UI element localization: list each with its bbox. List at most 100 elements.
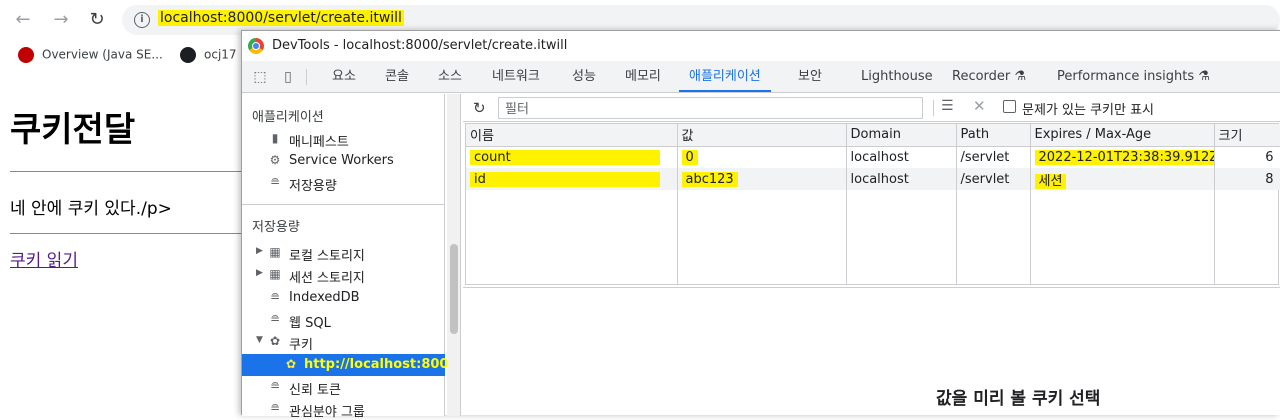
reload-icon[interactable]: ↻	[86, 9, 108, 31]
divider	[463, 287, 1280, 288]
sidebar-item-local-storage[interactable]: ▶ ▦ 로컬 스토리지	[242, 242, 445, 264]
column-header-domain[interactable]: Domain	[846, 124, 957, 147]
github-icon	[180, 47, 196, 63]
tab-memory[interactable]: 메모리	[625, 61, 661, 92]
cell-value[interactable]: abc123	[677, 168, 847, 190]
divider	[306, 69, 307, 85]
table-row[interactable]: count 0 localhost /servlet 2022-12-01T23…	[466, 146, 1280, 168]
table-header-row: 이름 값 Domain Path Expires / Max-Age 크기	[466, 124, 1280, 147]
file-icon: ▮	[271, 131, 279, 145]
clear-icon[interactable]: ✕	[973, 97, 986, 115]
inspect-element-icon[interactable]: ⬚	[252, 69, 268, 85]
tab-console[interactable]: 콘솔	[385, 61, 409, 92]
sidebar-item-service-workers[interactable]: ⚙ Service Workers	[242, 150, 445, 172]
sidebar-item-session-storage[interactable]: ▶ ▦ 세션 스토리지	[242, 264, 445, 286]
cell-domain[interactable]: localhost	[846, 146, 957, 168]
cell-expires[interactable]: 2022-12-01T23:38:39.912Z	[1030, 146, 1215, 168]
sidebar-header-storage: 저장용량	[252, 220, 300, 235]
devtools-titlebar: DevTools - localhost:8000/servlet/create…	[242, 31, 1280, 61]
bookmark-oracle[interactable]: Overview (Java SE...	[18, 47, 163, 63]
cell-name[interactable]: count	[466, 146, 678, 168]
tab-lighthouse[interactable]: Lighthouse	[861, 61, 933, 92]
column-header-size[interactable]: 크기	[1214, 124, 1280, 147]
tab-performance-insights[interactable]: Performance insights ⚗	[1057, 61, 1210, 92]
sidebar-item-storage[interactable]: ≘ 저장용량	[242, 172, 445, 194]
devtools-tabbar: ⬚ ▯ 요소 콘솔 소스 네트워크 성능 메모리 애플리케이션 보안 Light…	[242, 61, 1280, 93]
refresh-icon[interactable]: ↻	[473, 99, 486, 117]
tab-sources[interactable]: 소스	[438, 61, 462, 92]
sidebar-header-application: 애플리케이션	[252, 110, 324, 125]
database-icon: ≘	[269, 290, 281, 304]
sidebar-scrollbar[interactable]	[447, 94, 461, 416]
filter-field[interactable]	[498, 97, 923, 120]
cookie-expires: 세션	[1034, 173, 1067, 189]
cookie-name: id	[470, 171, 660, 187]
tab-elements[interactable]: 요소	[332, 61, 356, 92]
cookie-expires: 2022-12-01T23:38:39.912Z	[1034, 149, 1213, 165]
database-icon: ≘	[269, 379, 281, 393]
cookie-table: 이름 값 Domain Path Expires / Max-Age 크기 co…	[465, 123, 1280, 285]
cell-name[interactable]: id	[466, 168, 678, 190]
tab-performance[interactable]: 성능	[572, 61, 596, 92]
cookies-panel: ↻ ☰ ✕ 문제가 있는 쿠키만 표시 이름 값 Domain	[463, 94, 1280, 416]
read-cookie-link[interactable]: 쿠키 읽기	[10, 246, 78, 271]
oracle-icon	[18, 47, 34, 63]
url-text[interactable]: localhost:8000/servlet/create.itwill	[158, 10, 404, 26]
device-toolbar-icon[interactable]: ▯	[280, 69, 296, 85]
divider	[933, 100, 934, 116]
cell-size[interactable]: 8	[1214, 168, 1280, 190]
sidebar-item-cookie-origin[interactable]: ✿ http://localhost:8000	[242, 354, 458, 376]
cell-size[interactable]: 6	[1214, 146, 1280, 168]
devtools-window: DevTools - localhost:8000/servlet/create…	[241, 30, 1280, 420]
tab-security[interactable]: 보안	[798, 61, 822, 92]
cell-value[interactable]: 0	[677, 146, 847, 168]
devtools-title: DevTools - localhost:8000/servlet/create…	[272, 38, 568, 53]
cookies-toolbar: ↻ ☰ ✕ 문제가 있는 쿠키만 표시	[463, 94, 1280, 122]
cookie-value: abc123	[681, 171, 738, 187]
tab-recorder[interactable]: Recorder ⚗	[952, 61, 1026, 92]
database-icon: ≘	[269, 175, 281, 189]
column-header-name[interactable]: 이름	[466, 124, 678, 147]
chevron-right-icon[interactable]: ▶	[256, 268, 263, 278]
divider	[242, 204, 445, 205]
gear-icon: ⚙	[269, 153, 281, 167]
sidebar-item-interest-groups[interactable]: ≘ 관심분야 그룹	[242, 398, 445, 420]
column-header-value[interactable]: 값	[677, 124, 847, 147]
sidebar-item-web-sql[interactable]: ≘ 웹 SQL	[242, 309, 445, 331]
cookie-icon: ✿	[269, 334, 281, 348]
web-page: 쿠키전달 네 안에 쿠키 있다./p> 쿠키 읽기	[0, 70, 245, 415]
bookmarks-bar: Overview (Java SE... ocj17	[0, 40, 245, 70]
grid-icon: ▦	[269, 245, 281, 259]
tab-network[interactable]: 네트워크	[492, 61, 540, 92]
page-title: 쿠키전달	[10, 110, 136, 150]
sidebar-item-trust-tokens[interactable]: ≘ 신뢰 토큰	[242, 376, 445, 398]
cell-domain[interactable]: localhost	[846, 168, 957, 190]
chrome-icon	[248, 38, 264, 54]
sidebar-item-cookies[interactable]: ▼ ✿ 쿠키	[242, 331, 445, 353]
database-icon: ≘	[269, 401, 281, 415]
only-issues-checkbox[interactable]	[1003, 100, 1016, 113]
chevron-down-icon[interactable]: ▼	[256, 335, 263, 345]
cell-path[interactable]: /servlet	[956, 146, 1031, 168]
cookie-name: count	[470, 149, 660, 165]
page-paragraph: 네 안에 쿠키 있다./p>	[10, 199, 172, 219]
table-row[interactable]: id abc123 localhost /servlet 세션 8	[466, 168, 1280, 190]
clear-filtered-icon[interactable]: ☰	[941, 98, 954, 114]
column-header-expires[interactable]: Expires / Max-Age	[1030, 124, 1215, 147]
cell-path[interactable]: /servlet	[956, 168, 1031, 190]
column-header-path[interactable]: Path	[956, 124, 1031, 147]
scrollbar-thumb[interactable]	[450, 244, 458, 334]
back-icon[interactable]: ←	[12, 9, 34, 31]
database-icon: ≘	[269, 312, 281, 326]
bookmark-github[interactable]: ocj17	[180, 47, 237, 63]
only-issues-label[interactable]: 문제가 있는 쿠키만 표시	[1022, 99, 1154, 118]
filter-input[interactable]	[499, 99, 922, 120]
sidebar-item-indexeddb[interactable]: ≘ IndexedDB	[242, 287, 445, 309]
sidebar-item-manifest[interactable]: ▮ 매니페스트	[242, 128, 445, 150]
info-icon[interactable]: i	[134, 12, 150, 28]
chevron-right-icon[interactable]: ▶	[256, 246, 263, 256]
forward-icon[interactable]: →	[50, 9, 72, 31]
cell-expires[interactable]: 세션	[1030, 168, 1215, 190]
divider	[10, 233, 245, 234]
tab-application[interactable]: 애플리케이션	[679, 61, 771, 92]
